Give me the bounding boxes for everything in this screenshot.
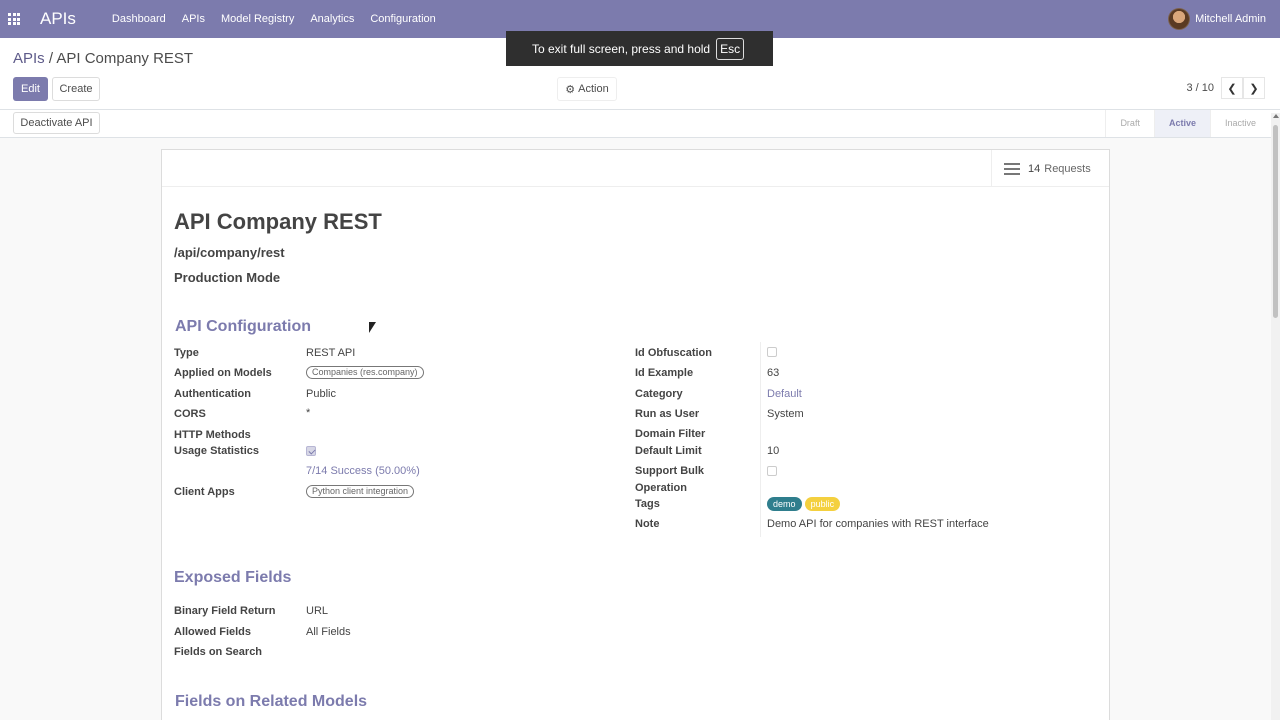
- record-title: API Company REST: [174, 209, 382, 234]
- breadcrumb: APIs / API Company REST: [13, 50, 193, 67]
- client-app-chip[interactable]: Python client integration: [306, 485, 415, 498]
- edit-button[interactable]: Edit: [13, 77, 48, 101]
- menu-item-model-registry[interactable]: Model Registry: [213, 0, 302, 38]
- binary-field-return-label: Binary Field Return: [174, 605, 276, 617]
- run-as-user-label: Run as User: [635, 408, 700, 420]
- success-rate-link[interactable]: 7/14 Success (50.00%): [306, 465, 420, 477]
- default-limit-value[interactable]: 10: [767, 445, 779, 457]
- note-value[interactable]: Demo API for companies with REST interfa…: [767, 518, 989, 530]
- models-value[interactable]: Companies (res.company): [306, 366, 424, 379]
- main-menu: Dashboard APIs Model Registry Analytics …: [104, 0, 444, 38]
- cors-label: CORS: [174, 408, 206, 420]
- action-button[interactable]: ⚙ Action: [557, 77, 617, 101]
- apps-menu-icon[interactable]: [0, 0, 28, 38]
- tag-public[interactable]: public: [804, 497, 841, 511]
- client-apps-value[interactable]: Python client integration: [306, 485, 415, 498]
- stage-active[interactable]: Active: [1153, 110, 1210, 137]
- auth-value[interactable]: Public: [306, 388, 336, 400]
- requests-count: 14: [1028, 162, 1041, 175]
- avatar: [1168, 8, 1191, 30]
- auth-label: Authentication: [174, 388, 251, 400]
- create-button[interactable]: Create: [52, 77, 100, 101]
- support-bulk-label: Support Bulk: [635, 465, 705, 477]
- id-example-label: Id Example: [635, 367, 694, 379]
- cors-value[interactable]: *: [306, 407, 310, 419]
- client-apps-label: Client Apps: [174, 486, 235, 498]
- breadcrumb-parent[interactable]: APIs: [13, 50, 45, 67]
- allowed-fields-label: Allowed Fields: [174, 626, 252, 638]
- requests-smart-button[interactable]: 14 Requests: [991, 150, 1109, 187]
- scrollbar-thumb[interactable]: [1273, 125, 1278, 318]
- menu-item-analytics[interactable]: Analytics: [302, 0, 362, 38]
- chevron-left-icon: ❮: [1227, 82, 1237, 95]
- usage-statistics-checkbox[interactable]: [306, 446, 316, 456]
- section-exposed-fields: Exposed Fields: [174, 569, 292, 586]
- id-obfuscation-label: Id Obfuscation: [635, 347, 712, 359]
- record-mode: Production Mode: [174, 270, 281, 285]
- requests-label: Requests: [1044, 162, 1091, 175]
- menu-item-configuration[interactable]: Configuration: [362, 0, 443, 38]
- usage-statistics-label: Usage Statistics: [174, 445, 259, 457]
- models-label: Applied on Models: [174, 367, 272, 379]
- fields-on-search-label: Fields on Search: [174, 646, 263, 658]
- category-value[interactable]: Default: [767, 388, 802, 400]
- http-methods-label: HTTP Methods: [174, 429, 251, 441]
- support-bulk-checkbox[interactable]: [767, 466, 777, 476]
- domain-filter-label: Domain Filter: [635, 428, 706, 440]
- form-sheet: 14 Requests API Company REST /api/compan…: [161, 149, 1110, 720]
- id-example-value[interactable]: 63: [767, 367, 779, 379]
- menu-item-dashboard[interactable]: Dashboard: [104, 0, 174, 38]
- list-icon: [1004, 162, 1020, 175]
- fullscreen-toast: To exit full screen, press and hold Esc: [506, 31, 773, 66]
- gear-icon: ⚙: [565, 83, 576, 96]
- scroll-up-arrow-icon[interactable]: [1273, 114, 1279, 118]
- pager-value[interactable]: 3 / 10: [1186, 82, 1214, 94]
- column-divider: [760, 342, 761, 537]
- breadcrumb-separator: /: [48, 50, 54, 67]
- tags-label: Tags: [635, 498, 660, 510]
- section-api-configuration: API Configuration: [175, 318, 311, 335]
- statusbar: Deactivate API Draft Active Inactive: [0, 110, 1280, 138]
- user-name: Mitchell Admin: [1195, 13, 1266, 25]
- app-brand[interactable]: APIs: [40, 9, 76, 29]
- tags-value[interactable]: demo public: [767, 497, 841, 511]
- id-obfuscation-checkbox[interactable]: [767, 347, 777, 357]
- pager-previous-button[interactable]: ❮: [1221, 77, 1243, 99]
- tag-demo[interactable]: demo: [767, 497, 802, 511]
- type-label: Type: [174, 347, 199, 359]
- chevron-right-icon: ❯: [1249, 82, 1259, 95]
- support-bulk-label-2: Operation: [635, 482, 687, 494]
- stage-inactive[interactable]: Inactive: [1209, 110, 1270, 137]
- note-label: Note: [635, 518, 660, 530]
- toast-text: To exit full screen, press and hold: [532, 41, 711, 56]
- deactivate-api-button[interactable]: Deactivate API: [13, 112, 100, 134]
- binary-field-return-value[interactable]: URL: [306, 605, 328, 617]
- section-fields-related-models: Fields on Related Models: [175, 693, 368, 710]
- record-route: /api/company/rest: [174, 245, 285, 260]
- mouse-cursor-icon: [369, 322, 376, 333]
- menu-item-apis[interactable]: APIs: [174, 0, 213, 38]
- toast-key: Esc: [716, 37, 745, 60]
- pager-next-button[interactable]: ❯: [1243, 77, 1265, 99]
- stage-bar: Draft Active Inactive: [1105, 110, 1270, 137]
- button-box: 14 Requests: [162, 150, 1109, 187]
- model-chip[interactable]: Companies (res.company): [306, 366, 424, 379]
- breadcrumb-current: API Company REST: [56, 50, 194, 67]
- run-as-user-value[interactable]: System: [767, 408, 804, 420]
- stage-draft[interactable]: Draft: [1105, 110, 1154, 137]
- type-value[interactable]: REST API: [306, 347, 355, 359]
- allowed-fields-value[interactable]: All Fields: [306, 626, 351, 638]
- category-label: Category: [635, 388, 683, 400]
- default-limit-label: Default Limit: [635, 445, 702, 457]
- action-label: Action: [578, 83, 609, 95]
- user-menu[interactable]: Mitchell Admin: [1168, 0, 1266, 38]
